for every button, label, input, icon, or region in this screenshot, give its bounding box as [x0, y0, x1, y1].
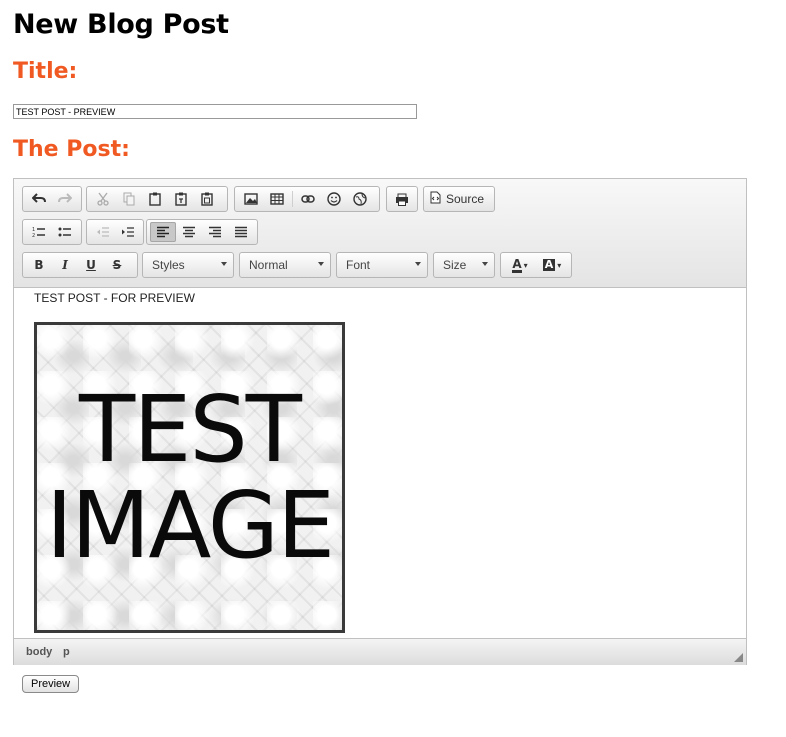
strike-button[interactable]: S — [104, 255, 130, 275]
underline-button[interactable]: U — [78, 255, 104, 275]
print-group — [386, 186, 418, 212]
align-right-icon[interactable] — [202, 222, 228, 242]
paste-text-icon[interactable] — [168, 189, 194, 209]
path-body[interactable]: body — [26, 646, 52, 658]
basic-styles-group: B I U S — [22, 252, 138, 278]
styles-combo-label: Styles — [152, 258, 185, 272]
table-icon[interactable] — [264, 189, 290, 209]
align-center-icon[interactable] — [176, 222, 202, 242]
resize-grip-icon[interactable] — [734, 653, 743, 662]
paste-icon[interactable] — [142, 189, 168, 209]
test-image-line2: IMAGE — [45, 471, 335, 579]
insert-group — [234, 186, 380, 212]
editor-toolbar: Source 12 B I U S Styles Normal Font Siz… — [14, 179, 746, 288]
align-left-icon[interactable] — [150, 222, 176, 242]
image-icon[interactable] — [238, 189, 264, 209]
indent-group — [86, 219, 144, 245]
rich-text-editor: Source 12 B I U S Styles Normal Font Siz… — [13, 178, 747, 665]
source-button[interactable]: Source — [423, 186, 495, 212]
iframe-icon[interactable] — [347, 189, 373, 209]
size-combo[interactable]: Size — [433, 252, 495, 278]
align-group — [146, 219, 258, 245]
path-p[interactable]: p — [63, 646, 70, 658]
editor-content[interactable]: TEST POST - FOR PREVIEW TEST IMAGE — [14, 288, 746, 638]
undo-redo-group — [22, 186, 82, 212]
font-combo-label: Font — [346, 258, 371, 272]
svg-text:2: 2 — [32, 233, 35, 238]
styles-combo[interactable]: Styles — [142, 252, 234, 278]
page-title: New Blog Post — [13, 9, 229, 40]
preview-button[interactable]: Preview — [22, 675, 80, 693]
bold-button[interactable]: B — [26, 255, 52, 275]
format-combo[interactable]: Normal — [239, 252, 331, 278]
chevron-down-icon — [415, 262, 421, 266]
post-paragraph[interactable]: TEST POST - FOR PREVIEW — [34, 291, 195, 305]
justify-icon[interactable] — [228, 222, 254, 242]
chevron-down-icon: ▾ — [523, 260, 528, 270]
bg-color-button[interactable]: A ▾ — [536, 255, 568, 275]
size-combo-label: Size — [443, 258, 467, 272]
color-group: A ▾ A ▾ — [500, 252, 572, 278]
title-input[interactable] — [13, 104, 417, 119]
link-icon[interactable] — [295, 189, 321, 209]
redo-icon[interactable] — [52, 189, 78, 209]
editor-statusbar: body p — [14, 638, 746, 665]
source-icon — [430, 191, 441, 207]
indent-icon[interactable] — [115, 222, 140, 242]
chevron-down-icon — [318, 262, 324, 266]
test-image-line1: TEST — [79, 375, 302, 483]
numbered-list-icon[interactable]: 12 — [26, 222, 52, 242]
outdent-icon[interactable] — [90, 222, 115, 242]
chevron-down-icon — [221, 262, 227, 266]
chevron-down-icon: ▾ — [557, 260, 562, 270]
text-color-icon: A — [512, 256, 522, 273]
bulleted-list-icon[interactable] — [52, 222, 78, 242]
bg-color-icon: A — [542, 258, 556, 271]
cut-icon[interactable] — [90, 189, 116, 209]
clipboard-group — [86, 186, 228, 212]
list-group: 12 — [22, 219, 82, 245]
paste-word-icon[interactable] — [194, 189, 220, 209]
undo-icon[interactable] — [26, 189, 52, 209]
format-combo-label: Normal — [249, 258, 288, 272]
title-label: Title: — [13, 59, 78, 84]
source-label: Source — [446, 192, 485, 206]
copy-icon[interactable] — [116, 189, 142, 209]
test-image[interactable]: TEST IMAGE — [34, 322, 345, 633]
smiley-icon[interactable] — [321, 189, 347, 209]
post-label: The Post: — [13, 137, 130, 162]
toolbar-separator — [292, 191, 293, 207]
print-icon[interactable] — [390, 189, 414, 209]
italic-button[interactable]: I — [52, 255, 78, 275]
text-color-button[interactable]: A ▾ — [504, 255, 536, 275]
chevron-down-icon — [482, 262, 488, 266]
font-combo[interactable]: Font — [336, 252, 428, 278]
